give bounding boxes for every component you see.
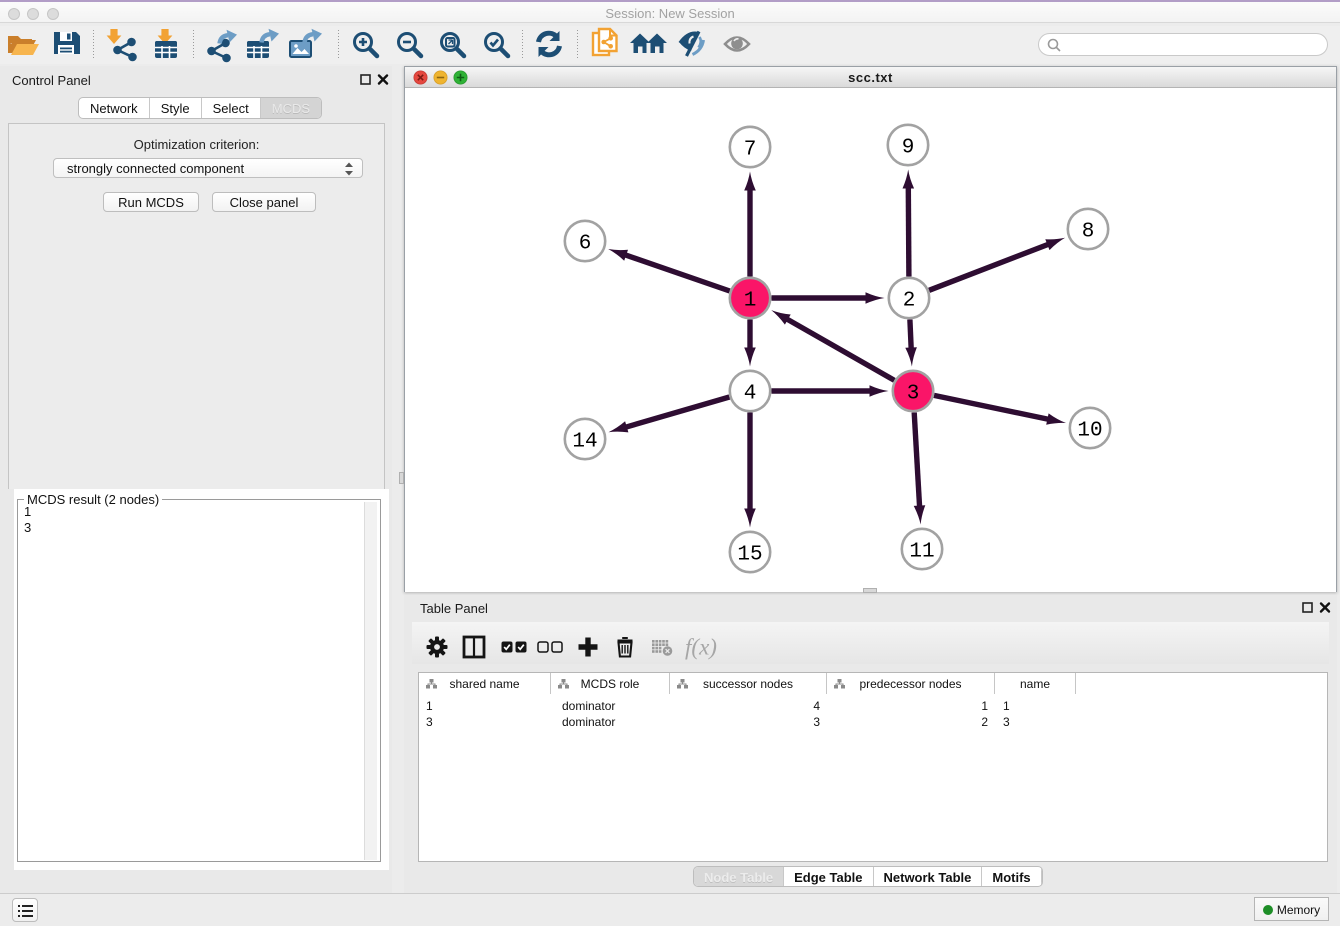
svg-text:14: 14 — [572, 431, 597, 454]
svg-text:4: 4 — [744, 383, 757, 406]
svg-text:2: 2 — [903, 290, 916, 313]
svg-text:10: 10 — [1077, 420, 1102, 443]
svg-text:11: 11 — [909, 541, 934, 564]
svg-text:7: 7 — [744, 139, 757, 162]
svg-text:3: 3 — [907, 383, 920, 406]
svg-text:8: 8 — [1082, 221, 1095, 244]
svg-text:9: 9 — [902, 137, 915, 160]
svg-text:6: 6 — [579, 233, 592, 256]
svg-text:1: 1 — [744, 290, 757, 313]
svg-text:15: 15 — [737, 544, 762, 567]
svg-text:f(x): f(x) — [685, 635, 717, 660]
